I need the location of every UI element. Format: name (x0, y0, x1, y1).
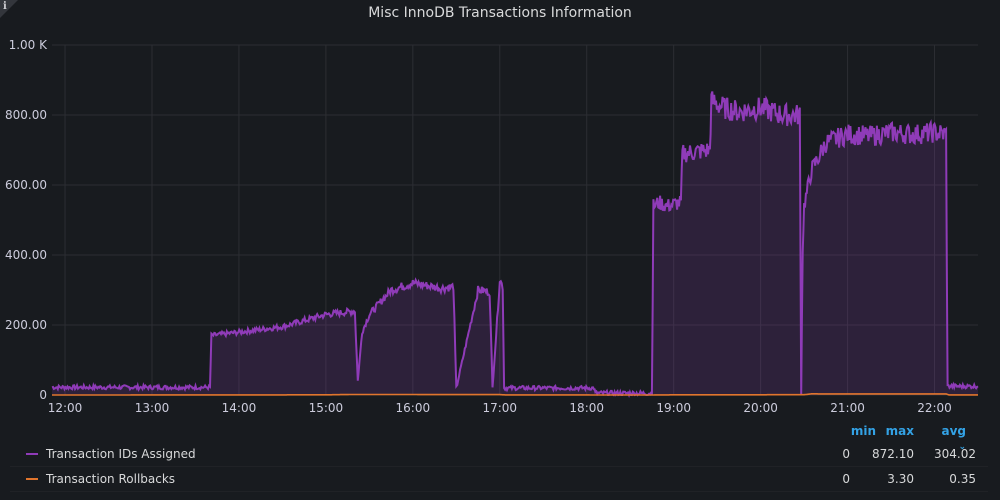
x-tick-label: 22:00 (917, 401, 952, 415)
x-tick-label: 19:00 (656, 401, 691, 415)
legend-series-name[interactable]: Transaction IDs Assigned (46, 447, 196, 461)
legend-swatch (26, 453, 38, 455)
legend-min: 0 (842, 472, 850, 486)
legend-min: 0 (842, 447, 850, 461)
legend-row-transaction-ids[interactable]: Transaction IDs Assigned 0 872.10 304.02 (10, 442, 988, 467)
y-tick-label: 400.00 (5, 248, 47, 262)
legend-avg: 304.02 (934, 447, 976, 461)
legend-row-transaction-rollbacks[interactable]: Transaction Rollbacks 0 3.30 0.35 (10, 467, 988, 492)
x-tick-label: 18:00 (569, 401, 604, 415)
y-tick-label: 0 (39, 388, 47, 402)
legend-avg: 0.35 (949, 472, 976, 486)
x-tick-label: 20:00 (743, 401, 778, 415)
chart-area[interactable]: 0 200.00 400.00 600.00 800.00 1.00 K 12:00 13:0… (0, 0, 1000, 420)
x-tick-label: 14:00 (222, 401, 257, 415)
legend-series-name[interactable]: Transaction Rollbacks (46, 472, 175, 486)
x-tick-label: 21:00 (830, 401, 865, 415)
legend-swatch (26, 478, 38, 480)
y-tick-label: 800.00 (5, 108, 47, 122)
legend-max: 872.10 (872, 447, 914, 461)
y-tick-label: 600.00 (5, 178, 47, 192)
x-tick-label: 12:00 (48, 401, 83, 415)
x-tick-label: 13:00 (135, 401, 170, 415)
y-tick-label: 200.00 (5, 318, 47, 332)
y-tick-label: 1.00 K (9, 38, 49, 52)
x-tick-label: 17:00 (482, 401, 517, 415)
graph-panel: i Misc InnoDB Transactions Information 0… (0, 0, 1000, 500)
x-tick-label: 16:00 (396, 401, 431, 415)
legend-header-max[interactable]: max (866, 424, 914, 438)
legend-max: 3.30 (887, 472, 914, 486)
x-tick-label: 15:00 (309, 401, 344, 415)
